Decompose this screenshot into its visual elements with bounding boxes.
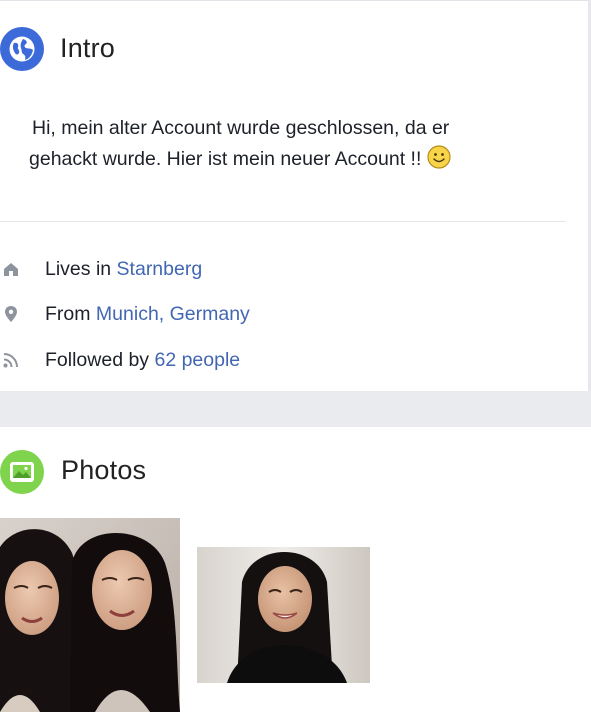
intro-divider [0,221,566,222]
rss-follow-icon [2,351,20,369]
bio-line-2: gehackt wurde. Hier ist mein neuer Accou… [29,144,552,179]
lives-in-text: Lives in Starnberg [45,258,202,281]
from-label: From [45,302,91,325]
from-text: From Munich, Germany [45,303,250,326]
photo-two-women-selfie[interactable] [0,518,180,712]
photo-woman-portrait[interactable] [197,547,370,683]
bio-line-1: Hi, mein alter Account wurde geschlossen… [32,117,450,139]
smiley-icon [427,145,451,179]
intro-bio: Hi, mein alter Account wurde geschlossen… [29,113,552,179]
picture-icon [0,450,44,494]
globe-icon [0,27,44,71]
intro-title: Intro [60,33,116,63]
followers-link[interactable]: 62 people [154,349,240,371]
from-link[interactable]: Munich, Germany [96,303,250,325]
lives-in-link[interactable]: Starnberg [117,258,203,280]
section-gap [0,391,591,427]
photos-title: Photos [61,455,147,485]
followed-by-text: Followed by 62 people [45,349,240,372]
location-pin-icon [2,305,20,323]
bio-line-2-text: gehackt wurde. Hier ist mein neuer Accou… [29,148,422,170]
intro-card: Intro Hi, mein alter Account wurde gesch… [0,0,591,392]
lives-in-label: Lives in [45,257,112,280]
followed-by-label: Followed by [45,348,150,371]
home-icon [2,260,20,278]
